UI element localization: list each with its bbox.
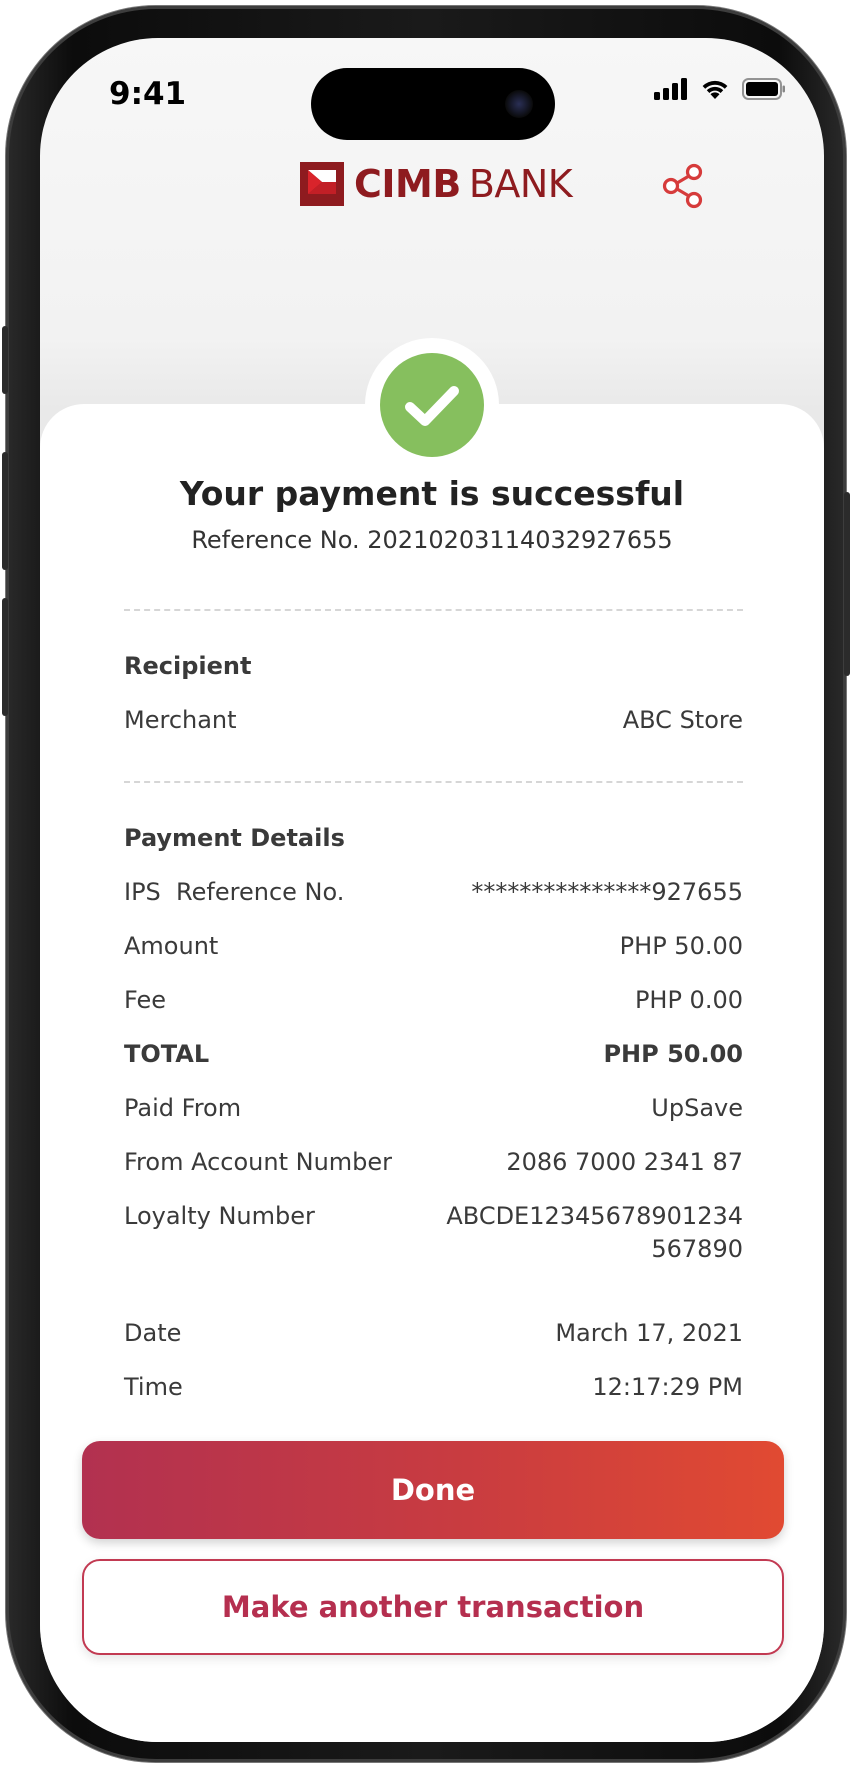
amount-value: PHP 50.00 bbox=[619, 932, 743, 960]
merchant-row: Merchant ABC Store bbox=[124, 704, 743, 737]
from-account-value: 2086 7000 2341 87 bbox=[506, 1148, 743, 1176]
loyalty-row: Loyalty Number ABCDE12345678901234567890 bbox=[124, 1200, 743, 1266]
paid-from-value: UpSave bbox=[651, 1094, 743, 1122]
success-badge bbox=[365, 338, 499, 472]
merchant-value: ABC Store bbox=[622, 706, 743, 734]
receipt-card bbox=[40, 404, 824, 1742]
done-button[interactable]: Done bbox=[82, 1441, 784, 1539]
date-row: Date March 17, 2021 bbox=[124, 1317, 743, 1350]
cimb-logo-icon bbox=[300, 162, 344, 206]
phone-frame: 9:41 CIMB BANK Your payment is successfu… bbox=[2, 6, 850, 1762]
fee-value: PHP 0.00 bbox=[634, 986, 743, 1014]
volume-down-button bbox=[2, 598, 8, 716]
recipient-heading: Recipient bbox=[124, 652, 252, 680]
status-time: 9:41 bbox=[109, 76, 187, 112]
app-screen: 9:41 CIMB BANK Your payment is successfu… bbox=[40, 38, 824, 1742]
checkmark-icon bbox=[405, 386, 459, 426]
divider bbox=[124, 781, 743, 783]
paid-from-row: Paid From UpSave bbox=[124, 1092, 743, 1125]
status-icons bbox=[654, 78, 786, 100]
cimb-bank-logo: CIMB BANK bbox=[300, 162, 573, 206]
success-title: Your payment is successful bbox=[179, 474, 685, 513]
battery-icon bbox=[742, 78, 785, 100]
loyalty-label: Loyalty Number bbox=[124, 1202, 315, 1230]
wifi-icon bbox=[702, 80, 728, 99]
total-row: TOTAL PHP 50.00 bbox=[124, 1038, 743, 1071]
time-label: Time bbox=[124, 1373, 183, 1401]
share-button[interactable] bbox=[658, 160, 710, 212]
share-icon bbox=[662, 163, 703, 209]
merchant-label: Merchant bbox=[124, 706, 237, 734]
time-row: Time 12:17:29 PM bbox=[124, 1371, 743, 1404]
from-account-label: From Account Number bbox=[124, 1148, 393, 1176]
cellular-signal-icon bbox=[654, 78, 687, 100]
brand-primary-text: CIMB bbox=[354, 162, 461, 206]
power-button bbox=[844, 492, 850, 676]
payment-details-heading: Payment Details bbox=[124, 824, 345, 852]
divider bbox=[124, 609, 743, 611]
brand-secondary-text: BANK bbox=[468, 162, 573, 206]
amount-row: Amount PHP 50.00 bbox=[124, 930, 743, 963]
paid-from-label: Paid From bbox=[124, 1094, 242, 1122]
time-value: 12:17:29 PM bbox=[592, 1373, 743, 1401]
ips-reference-value: ***************927655 bbox=[471, 878, 743, 906]
volume-up-button bbox=[2, 452, 8, 570]
camera-icon bbox=[505, 90, 533, 118]
make-another-transaction-button[interactable]: Make another transaction bbox=[82, 1559, 784, 1655]
date-label: Date bbox=[124, 1319, 182, 1347]
date-value: March 17, 2021 bbox=[555, 1319, 743, 1347]
ips-reference-row: IPS Reference No. ***************927655 bbox=[124, 876, 743, 909]
loyalty-value: ABCDE12345678901234567890 bbox=[446, 1202, 743, 1263]
fee-row: Fee PHP 0.00 bbox=[124, 984, 743, 1017]
amount-label: Amount bbox=[124, 932, 219, 960]
ips-reference-label: IPS Reference No. bbox=[124, 878, 345, 906]
total-label: TOTAL bbox=[124, 1040, 210, 1068]
dynamic-island bbox=[311, 68, 555, 140]
fee-label: Fee bbox=[124, 986, 167, 1014]
success-circle bbox=[380, 353, 484, 457]
from-account-row: From Account Number 2086 7000 2341 87 bbox=[124, 1146, 743, 1179]
total-value: PHP 50.00 bbox=[603, 1040, 743, 1068]
action-button bbox=[2, 326, 8, 394]
reference-number: Reference No. 20210203114032927655 bbox=[191, 526, 673, 554]
